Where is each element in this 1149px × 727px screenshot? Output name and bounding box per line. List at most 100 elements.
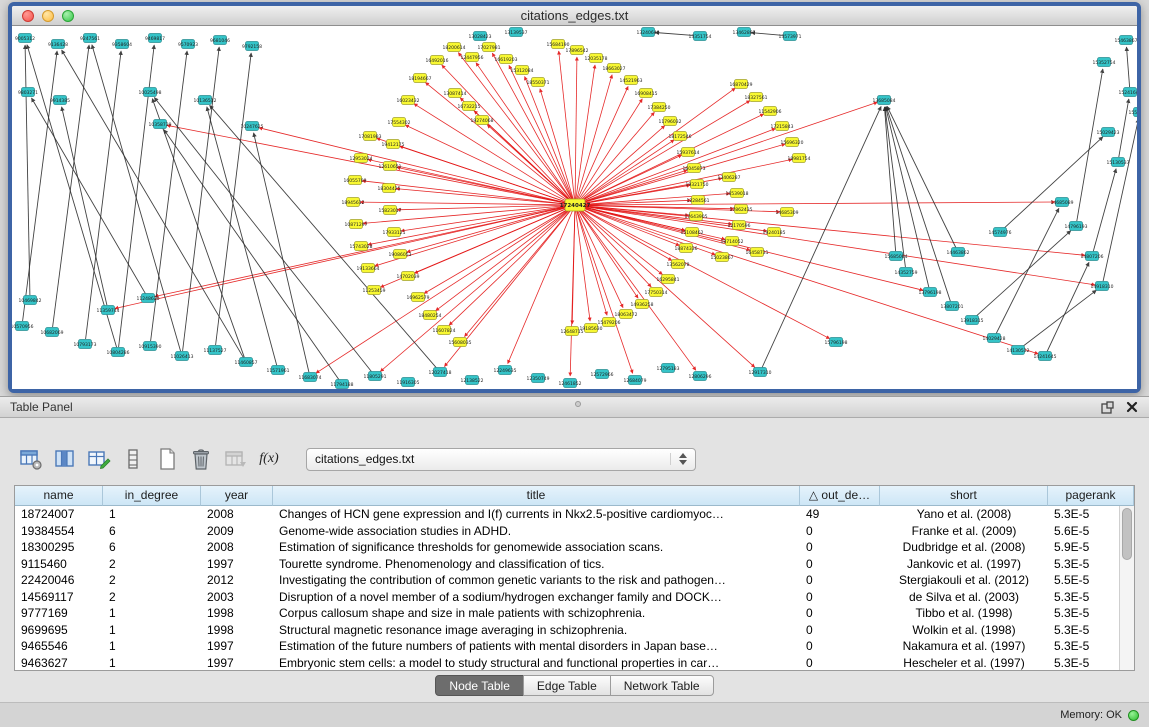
graph-edge[interactable]	[207, 107, 277, 365]
graph-edge[interactable]	[579, 208, 663, 275]
table-row[interactable]: 1830029562008Estimation of significance …	[15, 539, 1134, 556]
graph-edge[interactable]	[576, 210, 607, 315]
graph-node[interactable]: 14521963	[620, 76, 643, 85]
graph-edge[interactable]	[254, 133, 309, 372]
graph-node[interactable]: 14463862	[947, 248, 970, 257]
graph-node[interactable]: 18172546	[669, 132, 692, 141]
graph-edge[interactable]	[476, 63, 572, 201]
graph-node[interactable]: 15608035	[449, 338, 472, 347]
graph-node[interactable]: 9914385	[50, 96, 70, 105]
graph-node[interactable]: 10358739	[149, 120, 172, 129]
graph-node[interactable]: 13562078	[667, 260, 690, 269]
graph-edge[interactable]	[396, 189, 570, 205]
graph-edge[interactable]	[360, 202, 570, 205]
graph-node[interactable]: 14574976	[989, 228, 1012, 237]
graph-node[interactable]: 15823017	[379, 206, 402, 215]
graph-node[interactable]: 16962579	[407, 293, 430, 302]
graph-edge[interactable]	[577, 210, 623, 308]
graph-node[interactable]: 16295841	[657, 275, 680, 284]
graph-edge[interactable]	[575, 57, 577, 200]
table-row[interactable]: 911546021997Tourette syndrome. Phenomeno…	[15, 556, 1134, 573]
graph-edge[interactable]	[580, 102, 878, 203]
graph-edge[interactable]	[579, 208, 755, 367]
graph-node[interactable]: 11026413	[171, 352, 194, 361]
graph-edge[interactable]	[579, 140, 674, 203]
graph-node[interactable]: 13351754	[689, 32, 712, 41]
graph-node[interactable]: 19133664	[357, 264, 380, 273]
graph-node[interactable]: 11571961	[267, 366, 290, 375]
graph-node[interactable]: 15312084	[511, 66, 534, 75]
column-header[interactable]: pagerank	[1048, 486, 1134, 506]
table-row[interactable]: 969969511998Structural magnetic resonanc…	[15, 622, 1134, 639]
graph-edge[interactable]	[1022, 290, 1096, 347]
graph-node[interactable]: 9803271	[18, 88, 38, 97]
tab-edge-table[interactable]: Edge Table	[523, 675, 611, 696]
graph-node[interactable]: 10804286	[107, 348, 130, 357]
graph-node[interactable]: 13918315	[961, 316, 984, 325]
graph-edge[interactable]	[580, 206, 1095, 285]
graph-node[interactable]: 17933121	[383, 228, 406, 237]
graph-edge[interactable]	[115, 206, 570, 308]
column-header[interactable]: △ out_de…	[800, 486, 880, 506]
graph-node[interactable]: 15130537	[1107, 158, 1130, 167]
graph-node[interactable]: 17643905	[685, 212, 708, 221]
graph-edge[interactable]	[578, 209, 696, 370]
delete-icon[interactable]	[188, 446, 214, 472]
scrollbar-thumb[interactable]	[1122, 508, 1132, 560]
graph-edge[interactable]	[1103, 119, 1137, 281]
graph-node[interactable]: 17750314	[645, 288, 668, 297]
table-row[interactable]: 946554611997Estimation of the future num…	[15, 638, 1134, 655]
window-titlebar[interactable]: citations_edges.txt	[12, 6, 1137, 26]
graph-edge[interactable]	[465, 209, 572, 337]
graph-node[interactable]: 15796198	[825, 338, 848, 347]
graph-edge[interactable]	[1127, 47, 1130, 87]
graph-node[interactable]: 14796193	[1065, 222, 1088, 231]
graph-node[interactable]: 14918310	[1091, 282, 1114, 291]
graph-node[interactable]: 12035178	[585, 54, 608, 63]
graph-node[interactable]: 14352759	[895, 268, 918, 277]
graph-node[interactable]: 12806296	[689, 372, 712, 381]
graph-node[interactable]: 10682069	[41, 328, 64, 337]
graph-node[interactable]: 11794188	[331, 380, 354, 389]
graph-node[interactable]: 16023432	[397, 96, 420, 105]
table-row[interactable]: 1872400712008Changes of HCN gene express…	[15, 506, 1134, 523]
graph-edge[interactable]	[401, 206, 570, 231]
graph-node[interactable]: 11805291	[364, 372, 387, 381]
graph-node[interactable]: 18200614	[443, 43, 466, 52]
graph-node[interactable]: 15241640	[1119, 88, 1137, 97]
graph-node[interactable]: 17081983	[359, 132, 382, 141]
graph-node[interactable]: 12138522	[461, 376, 484, 385]
graph-edge[interactable]	[579, 207, 829, 338]
function-builder-icon[interactable]: f(x)	[256, 446, 282, 472]
graph-edge[interactable]	[25, 45, 30, 295]
graph-node[interactable]: 15029423	[1097, 128, 1120, 137]
graph-node[interactable]: 16045873	[683, 164, 706, 173]
graph-edge[interactable]	[1077, 69, 1103, 221]
graph-edge[interactable]	[580, 202, 1055, 205]
zoom-window-button[interactable]	[62, 10, 74, 22]
new-document-icon[interactable]	[154, 446, 180, 472]
graph-node[interactable]: 11460857	[235, 358, 258, 367]
tab-node-table[interactable]: Node Table	[435, 675, 524, 696]
graph-node[interactable]: 9247561	[80, 34, 100, 43]
graph-edge[interactable]	[216, 53, 252, 345]
graph-node[interactable]: 14685309	[776, 208, 799, 217]
graph-edge[interactable]	[155, 206, 570, 296]
graph-edge[interactable]	[405, 125, 570, 203]
column-header[interactable]: name	[15, 486, 103, 506]
column-header[interactable]: title	[273, 486, 800, 506]
graph-node[interactable]: 18194667	[409, 74, 432, 83]
graph-edge[interactable]	[1047, 262, 1089, 351]
column-header[interactable]: in_degree	[103, 486, 201, 506]
graph-node[interactable]: 16492016	[426, 56, 449, 65]
graph-edge[interactable]	[259, 128, 570, 204]
graph-node[interactable]: 12027418	[429, 368, 452, 377]
graph-node[interactable]: 13796198	[919, 288, 942, 297]
graph-node[interactable]: 18981754	[788, 154, 811, 163]
close-window-button[interactable]	[22, 10, 34, 22]
graph-node[interactable]: 11796032	[659, 117, 682, 126]
graph-edge[interactable]	[425, 82, 571, 201]
graph-node[interactable]: 15479206	[598, 318, 621, 327]
graph-edge[interactable]	[576, 65, 595, 200]
graph-node[interactable]: 16870429	[730, 80, 753, 89]
